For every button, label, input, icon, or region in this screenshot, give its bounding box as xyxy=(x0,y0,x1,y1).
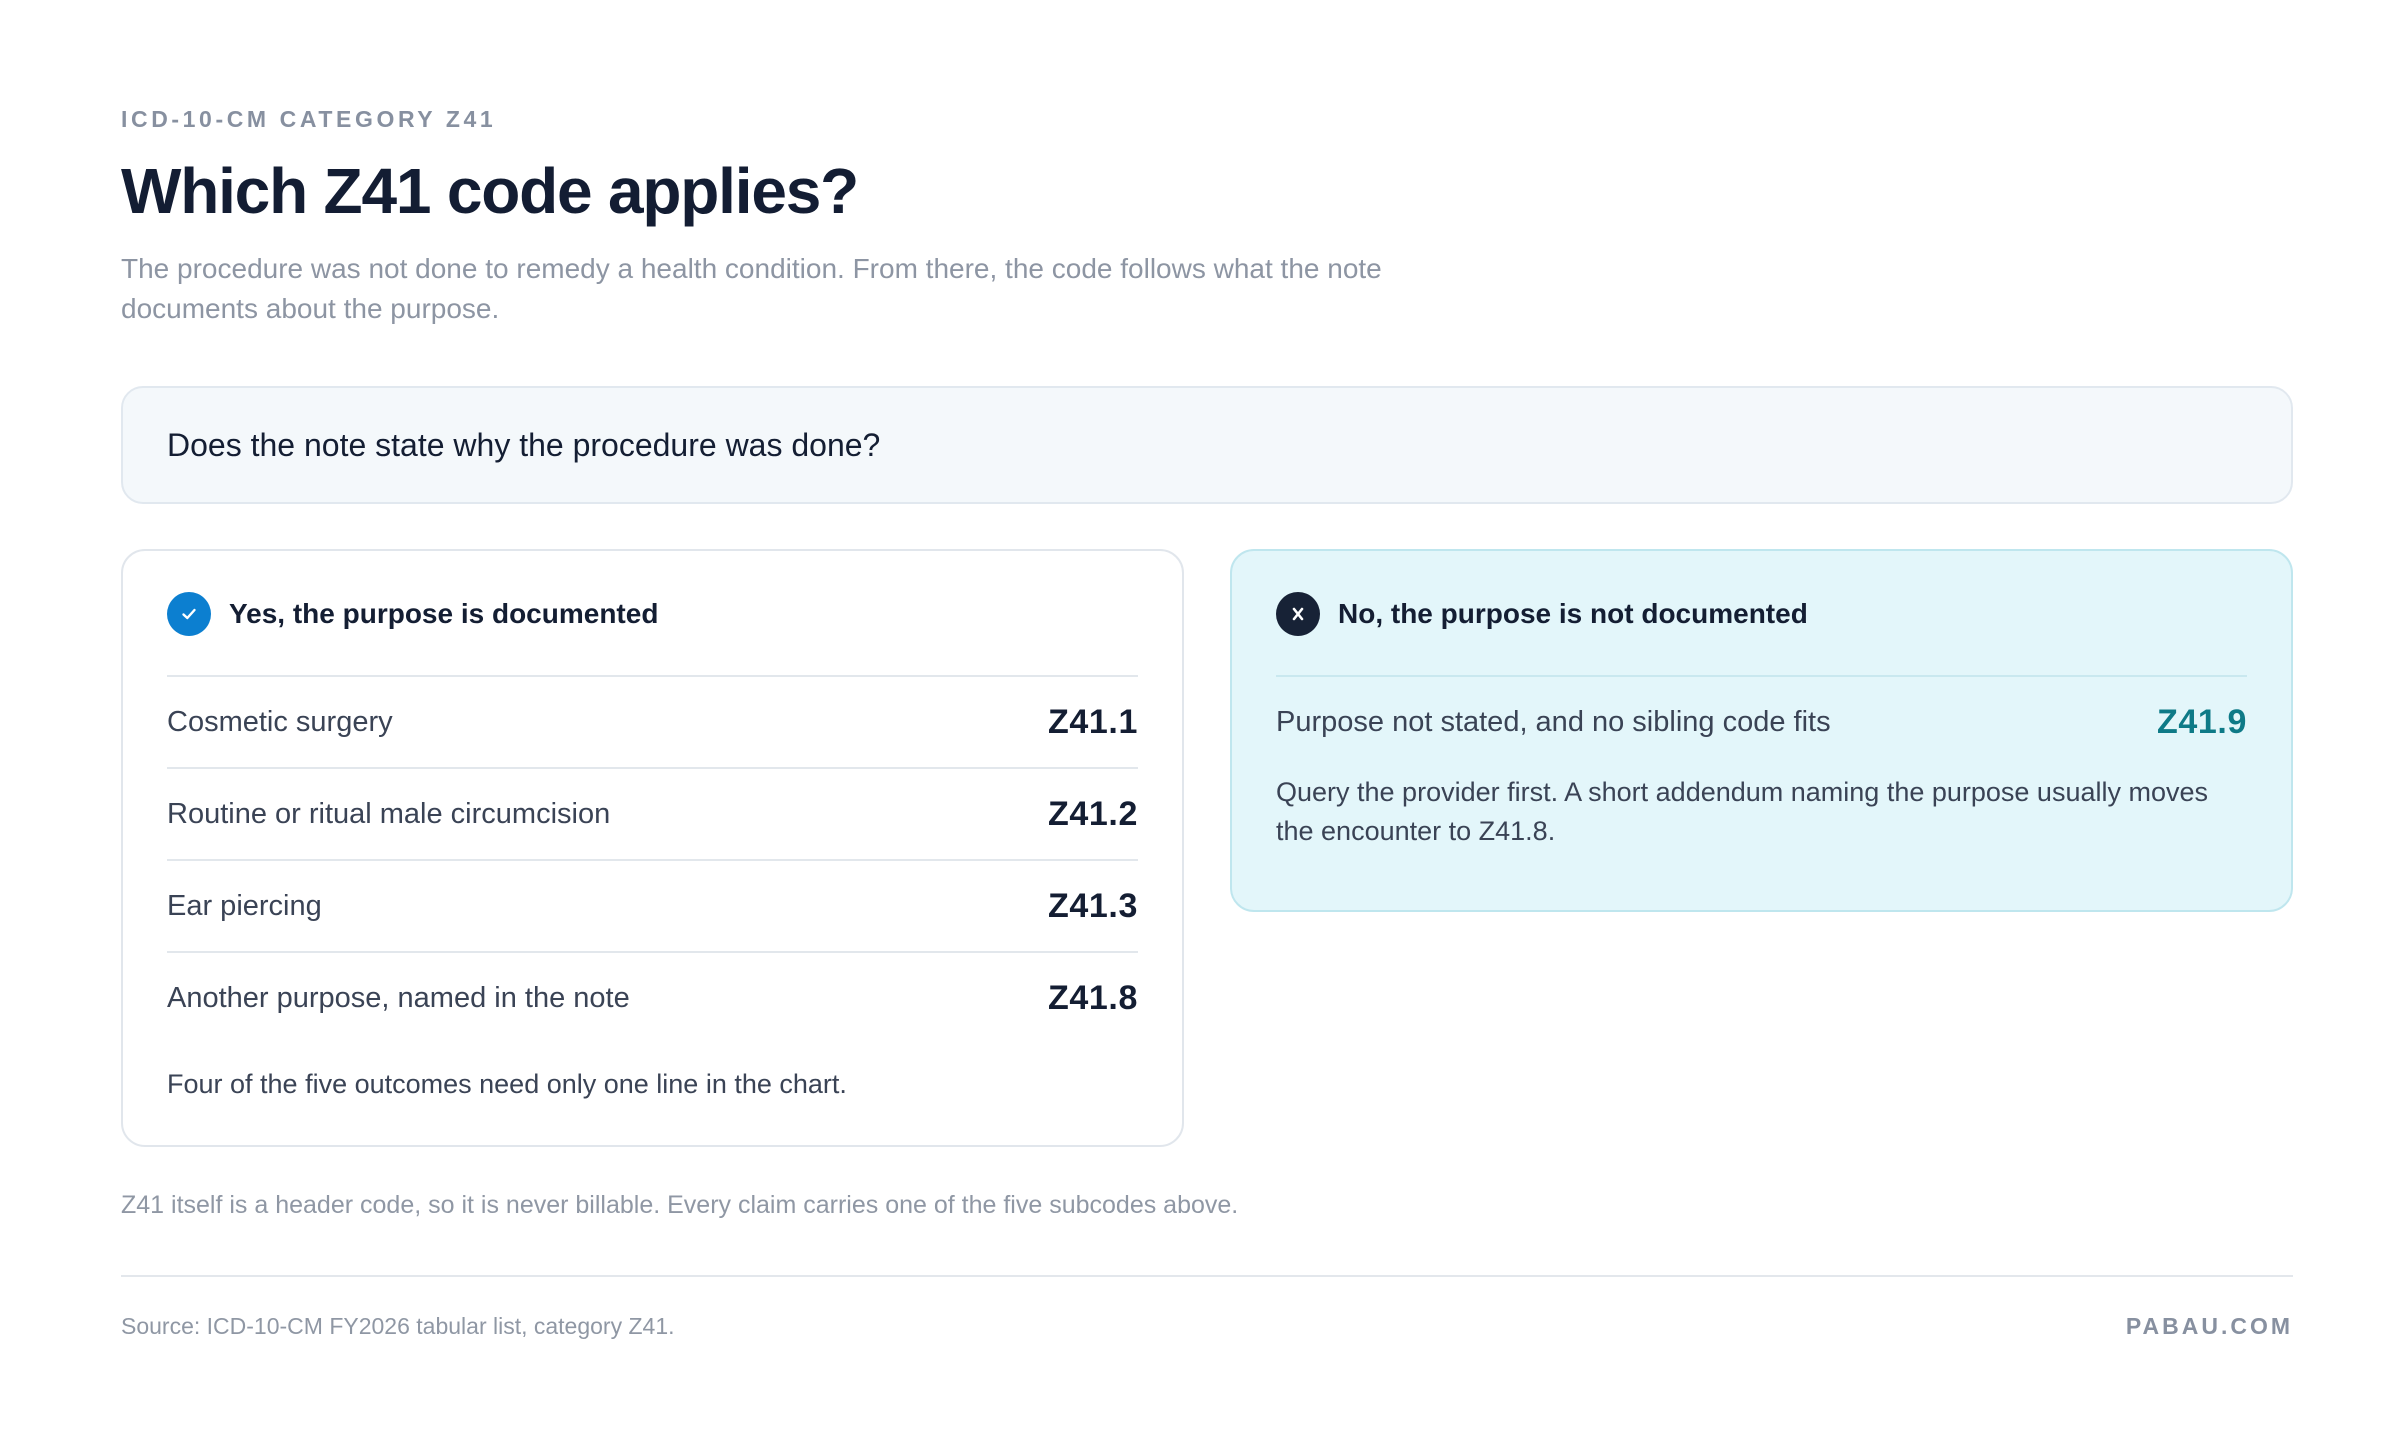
no-branch-note: Query the provider first. A short addend… xyxy=(1276,777,2209,846)
outcome-code: Z41.2 xyxy=(1048,794,1138,833)
outcome-label: Routine or ritual male circumcision xyxy=(167,797,611,830)
yes-branch-note: Four of the five outcomes need only one … xyxy=(167,1069,847,1099)
outcome-row-cosmetic-surgery: Cosmetic surgery Z41.1 xyxy=(167,677,1138,769)
no-branch-header: No, the purpose is not documented xyxy=(1276,591,2247,677)
yes-branch-panel: Yes, the purpose is documented Cosmetic … xyxy=(121,549,1184,1147)
page-title: Which Z41 code applies? xyxy=(121,155,859,227)
outcome-label: Another purpose, named in the note xyxy=(167,981,630,1014)
yes-branch-header: Yes, the purpose is documented xyxy=(167,591,1138,677)
outcome-row-another-purpose: Another purpose, named in the note Z41.8 xyxy=(167,953,1138,1043)
decision-question-box: Does the note state why the procedure wa… xyxy=(121,386,2293,504)
outcome-row-ear-piercing: Ear piercing Z41.3 xyxy=(167,861,1138,953)
checkmark-icon xyxy=(167,592,211,636)
outcome-code: Z41.8 xyxy=(1048,978,1138,1017)
outcome-label: Ear piercing xyxy=(167,889,322,922)
category-eyebrow: ICD-10-CM CATEGORY Z41 xyxy=(121,106,497,132)
no-branch-label: No, the purpose is not documented xyxy=(1338,598,1808,629)
no-branch-panel: No, the purpose is not documented Purpos… xyxy=(1230,549,2293,912)
source-citation: Source: ICD-10-CM FY2026 tabular list, c… xyxy=(121,1313,675,1339)
outcome-label: Purpose not stated, and no sibling code … xyxy=(1276,705,1831,738)
footer-divider xyxy=(121,1275,2293,1277)
outcome-row-unspecified: Purpose not stated, and no sibling code … xyxy=(1276,677,2247,767)
yes-outcome-list: Cosmetic surgery Z41.1 Routine or ritual… xyxy=(167,677,1138,1043)
outcome-code: Z41.9 xyxy=(2157,702,2247,741)
page: ICD-10-CM CATEGORY Z41 Which Z41 code ap… xyxy=(0,0,2400,1448)
outcome-code: Z41.1 xyxy=(1048,702,1138,741)
outcome-code: Z41.3 xyxy=(1048,886,1138,925)
brand-logo-text: PABAU.COM xyxy=(2125,1313,2293,1339)
page-subtitle: The procedure was not done to remedy a h… xyxy=(121,253,1382,324)
outcome-label: Cosmetic surgery xyxy=(167,705,393,738)
decision-question: Does the note state why the procedure wa… xyxy=(167,426,881,463)
outcome-row-circumcision: Routine or ritual male circumcision Z41.… xyxy=(167,769,1138,861)
cross-icon xyxy=(1276,592,1320,636)
footnote: Z41 itself is a header code, so it is ne… xyxy=(121,1191,1239,1219)
yes-branch-label: Yes, the purpose is documented xyxy=(229,598,659,629)
